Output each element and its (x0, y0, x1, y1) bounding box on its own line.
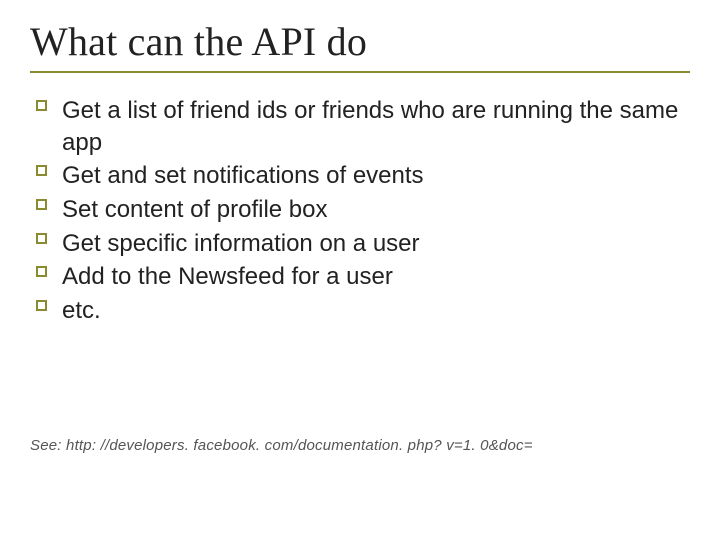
square-bullet-icon (36, 300, 47, 311)
square-bullet-icon (36, 100, 47, 111)
bullet-text: Get and set notifications of events (62, 162, 424, 189)
square-bullet-icon (36, 165, 47, 176)
bullet-text: Set content of profile box (62, 196, 328, 223)
footnote-reference: See: http: //developers. facebook. com/d… (30, 437, 533, 454)
square-bullet-icon (36, 233, 47, 244)
bullet-text: Get specific information on a user (62, 230, 420, 257)
square-bullet-icon (36, 199, 47, 210)
slide-title: What can the API do (30, 18, 690, 65)
bullet-text: Get a list of friend ids or friends who … (62, 97, 678, 156)
slide: What can the API do Get a list of friend… (0, 0, 720, 540)
bullet-item: Get and set notifications of events (36, 160, 690, 192)
bullet-item: Get a list of friend ids or friends who … (36, 95, 690, 158)
bullet-text: etc. (62, 297, 101, 324)
title-underline (30, 71, 690, 73)
square-bullet-icon (36, 266, 47, 277)
bullet-item: Get specific information on a user (36, 228, 690, 260)
bullet-item: Add to the Newsfeed for a user (36, 261, 690, 293)
bullet-item: Set content of profile box (36, 194, 690, 226)
bullet-item: etc. (36, 295, 690, 327)
bullet-list: Get a list of friend ids or friends who … (36, 95, 690, 327)
bullet-text: Add to the Newsfeed for a user (62, 263, 393, 290)
